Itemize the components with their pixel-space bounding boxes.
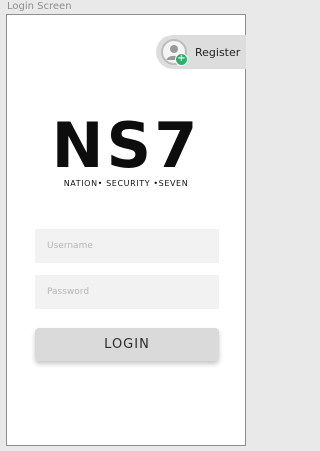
register-label: Register: [195, 45, 241, 59]
logo-mark: NS7: [51, 109, 201, 182]
logo-tagline: NATION• SECURITY •SEVEN: [63, 179, 189, 188]
ns7-logo: NS7 NATION• SECURITY •SEVEN: [7, 109, 245, 189]
login-button[interactable]: LOGIN: [35, 328, 219, 361]
login-screen: + Register NS7 NATION• SECURITY •SEVEN L…: [6, 14, 246, 446]
username-input[interactable]: [35, 229, 219, 263]
plus-icon: +: [175, 53, 188, 66]
register-button[interactable]: + Register: [156, 35, 246, 69]
add-user-icon: +: [161, 39, 188, 66]
password-input[interactable]: [35, 275, 219, 309]
window-title: Login Screen: [7, 1, 72, 12]
